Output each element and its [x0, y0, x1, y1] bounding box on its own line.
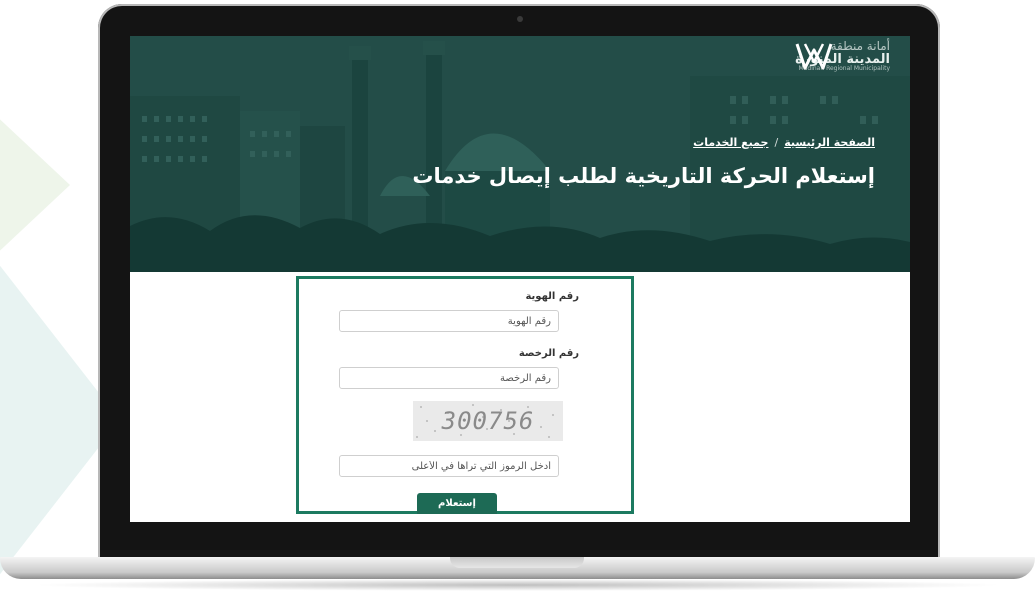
- municipality-logo[interactable]: أمانة منطقة المدينة المنورة Madinah Regi…: [795, 40, 890, 73]
- captcha-image: 300756: [413, 401, 563, 441]
- breadcrumb-separator: /: [774, 136, 779, 149]
- logo-line-3: Madinah Regional Municipality: [798, 65, 890, 73]
- captcha-code: 300756: [441, 407, 535, 435]
- hero-banner: أمانة منطقة المدينة المنورة Madinah Regi…: [130, 36, 910, 272]
- captcha-input[interactable]: [339, 455, 559, 477]
- id-number-label: رقم الهوية: [525, 291, 579, 302]
- browser-screen: أمانة منطقة المدينة المنورة Madinah Regi…: [130, 36, 910, 522]
- id-number-input[interactable]: [339, 310, 559, 332]
- inquiry-form: رقم الهوية رقم الرخصة 300756 إستعلام: [296, 276, 634, 514]
- license-number-label: رقم الرخصة: [518, 348, 579, 359]
- breadcrumb: الصفحة الرئيسية / جميع الخدمات: [693, 136, 875, 149]
- breadcrumb-home-link[interactable]: الصفحة الرئيسية: [784, 136, 875, 149]
- background-triangle-top: [0, 110, 70, 260]
- laptop-shadow: [30, 579, 1005, 591]
- inquiry-submit-button[interactable]: إستعلام: [417, 493, 497, 514]
- logo-line-1: أمانة منطقة: [830, 39, 890, 53]
- breadcrumb-all-services-link[interactable]: جميع الخدمات: [693, 136, 768, 149]
- camera-icon: [517, 16, 523, 22]
- laptop-opening-notch: [450, 557, 584, 568]
- city-skyline-illustration: [130, 36, 910, 272]
- page-title: إستعلام الحركة التاريخية لطلب إيصال خدما…: [412, 164, 875, 188]
- license-number-input[interactable]: [339, 367, 559, 389]
